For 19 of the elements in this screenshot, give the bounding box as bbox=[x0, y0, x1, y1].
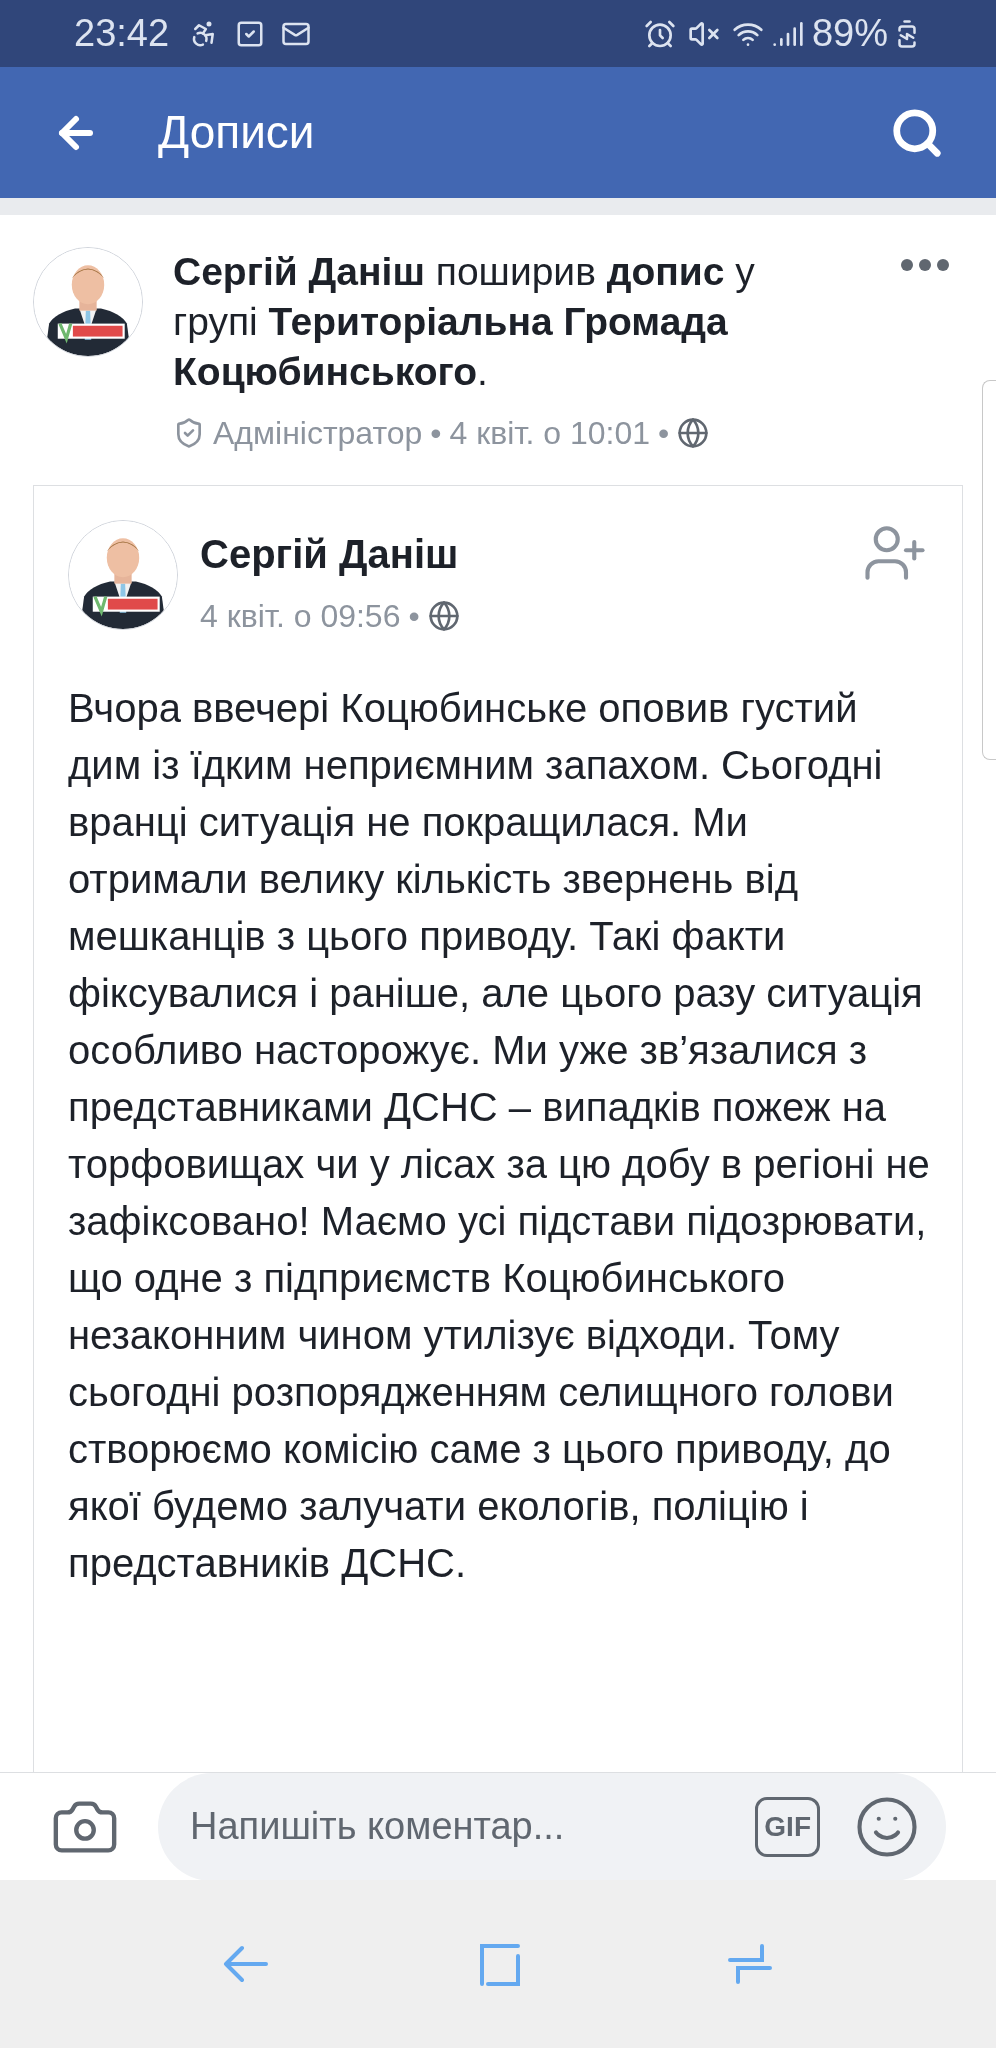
globe-icon bbox=[677, 417, 710, 449]
meta-text: Адміністратор bbox=[213, 414, 423, 453]
battery-text: 89% bbox=[811, 11, 888, 56]
more-options-button[interactable] bbox=[901, 259, 949, 271]
meta-text: 4 квіт. о 10:01 bbox=[449, 414, 650, 453]
separator-dot: • bbox=[408, 597, 420, 636]
share-text: Сергій Даніш поширив допис у групі Територіальна Громада Коцюбинського. bbox=[173, 249, 756, 395]
post-body: Вчора ввечері Коцюбинське оповив густий дим із їдким неприємним запахом. Сьогодні вранці ситуація не покращилася. Ми отримали велику кількість звернень від мешканців з цього приводу. Такі факти фіксувалися і раніше, але цього разу ситуація особливо насторожує. Ми уже зв’язалися з представниками ДСНС – випадків пожеж на торфовищах чи у лісах за цю добу в регіоні не зафіксовано! Маємо усі підстави підозрювати, що одне з підприємств Коцюбинського незаконним чином утилізує відходи. Тому сьогодні розпорядженням селищного голови створюємо комісію саме з цього приводу, до якої будемо залучати екологів, поліцію і представників ДСНС. bbox=[68, 685, 931, 1587]
comment-field[interactable]: Напишіть коментар... GIF bbox=[158, 1772, 946, 1881]
page-title: Дописи bbox=[158, 105, 316, 160]
more-icon bbox=[901, 259, 949, 271]
separator-dot: • bbox=[430, 414, 442, 453]
clock-text: 23:42 bbox=[74, 11, 170, 56]
comment-input[interactable]: Напишіть коментар... bbox=[190, 1798, 722, 1855]
gif-icon[interactable]: GIF bbox=[755, 1796, 820, 1857]
meta-text: 4 квіт. о 09:56 bbox=[200, 597, 401, 636]
globe-icon bbox=[427, 600, 460, 632]
author-name: Сергій Даніш bbox=[200, 531, 460, 578]
separator-dot: • bbox=[658, 414, 670, 453]
